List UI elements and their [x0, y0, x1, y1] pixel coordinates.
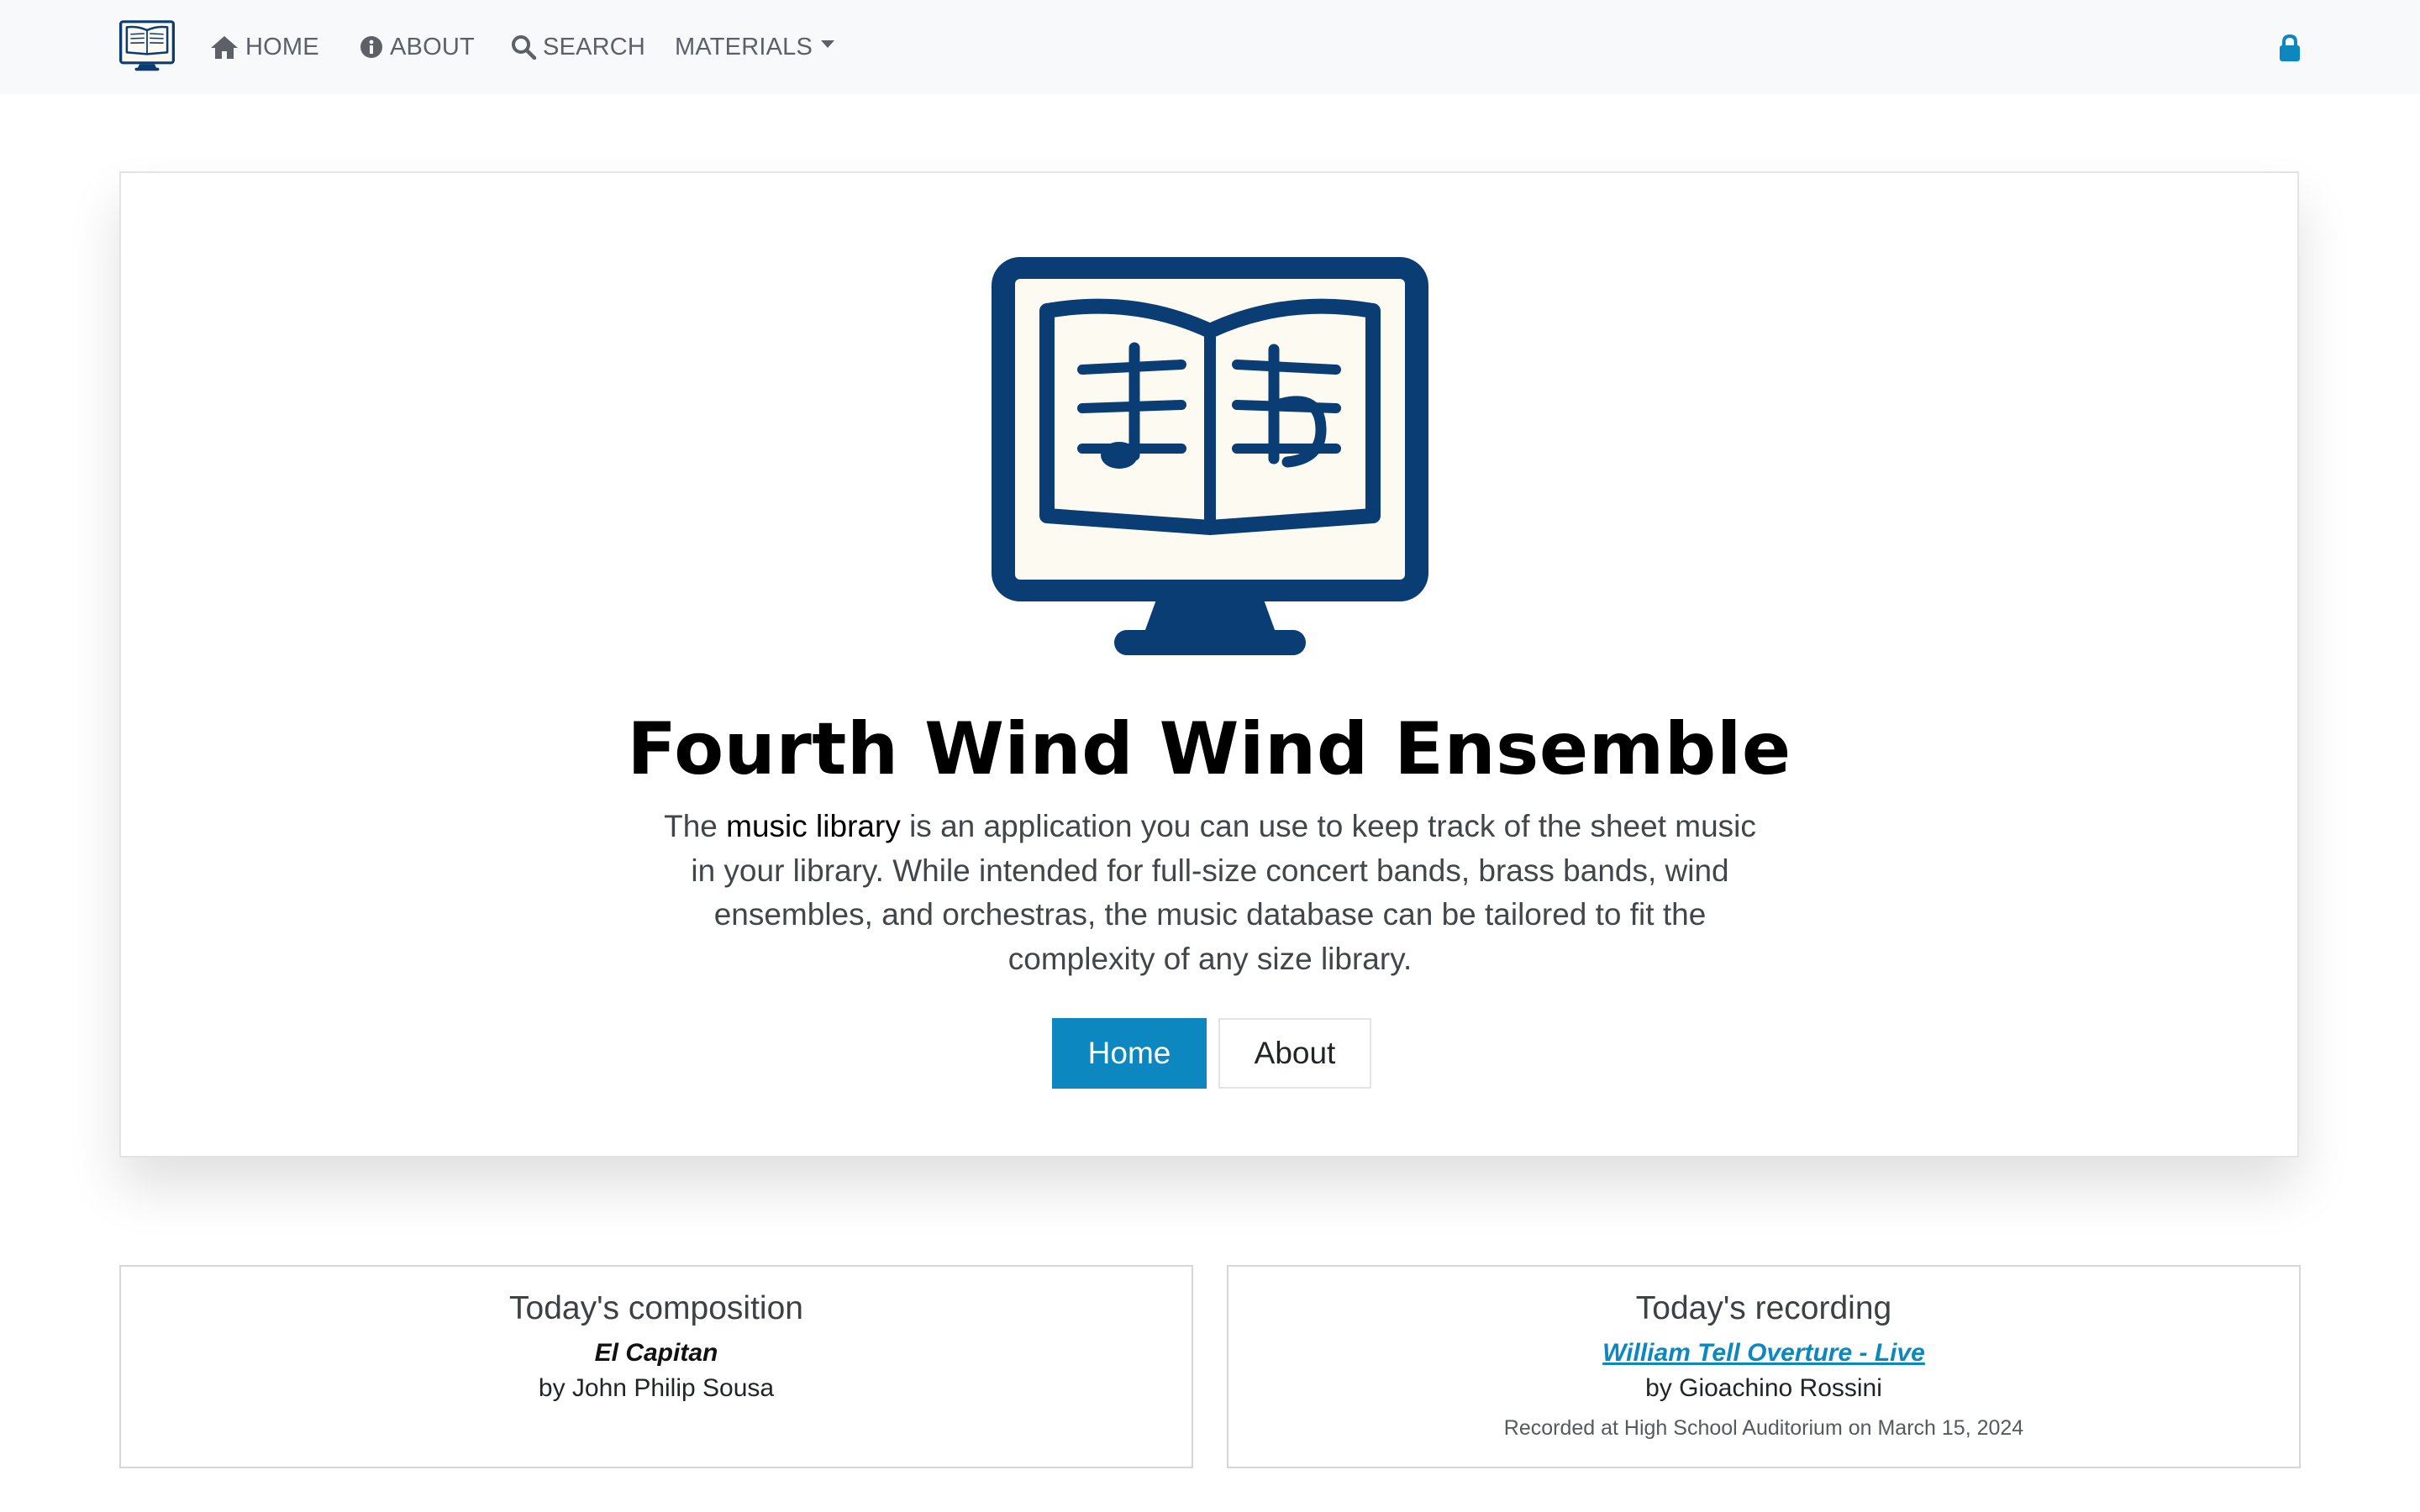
page-title: Fourth Wind Wind Ensemble — [627, 707, 1791, 791]
about-button[interactable]: About — [1218, 1018, 1371, 1089]
lock-icon[interactable] — [2277, 34, 2302, 62]
nav-home-label: HOME — [245, 33, 319, 60]
music-monitor-logo-icon — [992, 257, 1428, 664]
home-button[interactable]: Home — [1052, 1018, 1207, 1089]
info-circle-icon — [360, 36, 382, 58]
composition-title: El Capitan — [594, 1339, 718, 1367]
hero-description: The music library is an application you … — [659, 805, 1761, 981]
todays-recording-card: Today's recording William Tell Overture … — [1227, 1265, 2301, 1468]
composition-heading: Today's composition — [509, 1290, 803, 1326]
home-icon — [211, 36, 238, 59]
recording-composer: by Gioachino Rossini — [1645, 1374, 1882, 1402]
todays-composition-card: Today's composition El Capitan by John P… — [119, 1265, 1193, 1468]
nav-materials-label: MATERIALS — [675, 33, 813, 60]
composition-composer: by John Philip Sousa — [538, 1374, 775, 1402]
nav-search-label: SEARCH — [543, 33, 646, 60]
nav-about-link[interactable]: ABOUT — [360, 29, 475, 66]
hero-card: Fourth Wind Wind Ensemble The music libr… — [119, 171, 2299, 1158]
caret-down-icon — [821, 40, 835, 48]
nav-materials-dropdown[interactable]: MATERIALS — [675, 29, 835, 66]
top-navbar: HOME ABOUT SEARCH MATERIALS — [0, 0, 2420, 94]
nav-home-link[interactable]: HOME — [210, 29, 319, 66]
desc-highlight: music library — [726, 809, 901, 843]
recording-heading: Today's recording — [1635, 1290, 1892, 1326]
nav-search-link[interactable]: SEARCH — [511, 29, 645, 66]
nav-about-label: ABOUT — [390, 33, 475, 60]
search-icon — [512, 35, 536, 60]
recording-details: Recorded at High School Auditorium on Ma… — [1503, 1416, 2024, 1440]
music-monitor-logo-icon[interactable] — [119, 20, 175, 72]
recording-title-link[interactable]: William Tell Overture - Live — [1228, 1337, 2299, 1369]
desc-prefix: The — [664, 809, 727, 843]
